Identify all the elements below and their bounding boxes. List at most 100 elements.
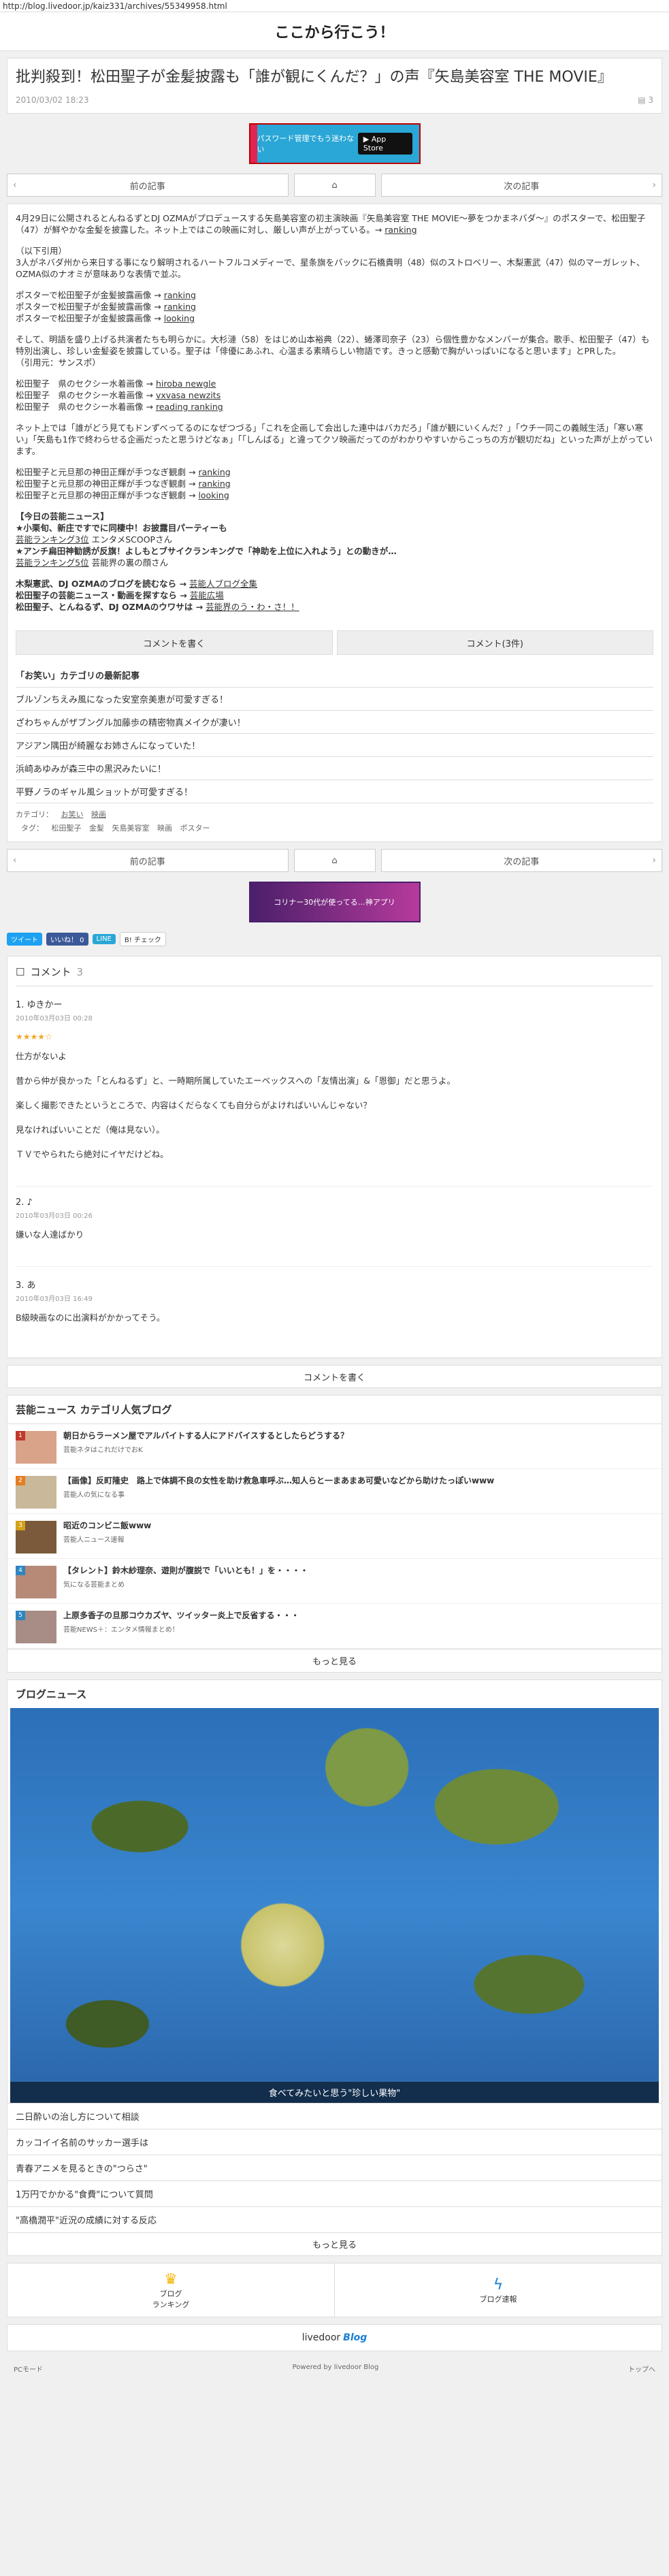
comment-text: 嫌いな人達ばかり [16, 1229, 84, 1240]
ad-banner-top[interactable]: パスワード管理でもう迷わない ▶ App Store [7, 123, 662, 164]
rating-stars: ★★★★☆ [16, 1032, 52, 1042]
chevron-left-icon: ‹ [13, 855, 17, 866]
article-link[interactable]: 芸能人ブログ全集 [189, 579, 257, 589]
ranking-item[interactable]: 3 昭近のコンビニ飯www 芸能人ニュース速報 [7, 1514, 662, 1559]
powered-by: Powered by livedoor Blog [292, 2364, 379, 2371]
ranking-item[interactable]: 2 【画像】反町隆史 路上で体調不良の女性を助け救急車呼ぶ…知人らと一まあまあ可… [7, 1469, 662, 1514]
ranking-more-button[interactable]: もっと見る [7, 1649, 662, 1672]
article-body: 4月29日に公開されるとんねるずとDJ OZMAがプロデュースする矢島美容室の初… [16, 213, 653, 612]
list-item[interactable]: アジアン隅田が綺麗なお姉さんになっていた！ [16, 734, 653, 757]
blog-ranking-button[interactable]: ♛ ブログ ランキング [7, 2264, 334, 2317]
list-item[interactable]: 二日酔いの治し方について相談 [7, 2103, 662, 2129]
list-item[interactable]: カッコイイ名前のサッカー選手は [7, 2129, 662, 2155]
write-comment-button[interactable]: コメントを書く [16, 630, 333, 655]
ad-banner-bottom[interactable]: コリナー30代が使ってる…神アプリ [7, 882, 662, 922]
ranking-heading: 芸能ニュース カテゴリ人気ブログ [7, 1396, 662, 1424]
lightning-icon: ϟ [493, 2276, 504, 2293]
url-bar: http://blog.livedoor.jp/kaiz331/archives… [0, 0, 669, 12]
article-link[interactable]: ranking [198, 479, 230, 489]
category-link[interactable]: 映画 [91, 810, 106, 819]
ranking-section: 芸能ニュース カテゴリ人気ブログ 1 朝日からラーメン屋でアルバイトする人にアド… [7, 1395, 662, 1673]
article-date: 2010/03/02 18:23 [16, 95, 89, 105]
tag-link[interactable]: 金髪 [89, 824, 104, 833]
view-comments-button[interactable]: コメント(3件) [336, 630, 653, 655]
article-header: 批判殺到！松田聖子が金髪披露も「誰が観にくんだ？」の声『矢島美容室 THE MO… [7, 58, 662, 114]
category-link[interactable]: お笑い [61, 810, 84, 819]
home-button[interactable]: ⌂ [293, 174, 376, 197]
ranking-item[interactable]: 4 【タレント】鈴木紗理奈、遊則が腹説で「いいとも！」を・・・・ 気になる芸能ま… [7, 1559, 662, 1604]
comment-date: 2010年03月03日 16:49 [16, 1295, 93, 1303]
news-caption: 食べてみたいと思う"珍しい果物" [10, 2082, 659, 2103]
comment-icon: ▤ [638, 95, 646, 105]
article-link[interactable]: ranking [198, 467, 230, 477]
prev-article-button[interactable]: ‹ 前の記事 [7, 849, 289, 872]
pc-mode-link[interactable]: PCモード [14, 2364, 43, 2374]
home-button[interactable]: ⌂ [293, 849, 376, 872]
article-comment-count[interactable]: ▤ 3 [638, 95, 653, 105]
article-link[interactable]: looking [164, 313, 195, 323]
category-line: カテゴリ： お笑い 映画 [16, 810, 106, 819]
related-articles: 「お笑い」カテゴリの最新記事 ブルゾンちえみ風になった安室奈美恵が可愛すぎる！ … [7, 663, 662, 803]
bottom-nav: ♛ ブログ ランキング ϟ ブログ速報 [7, 2263, 662, 2317]
line-share-button[interactable]: LINE [92, 934, 116, 944]
list-item[interactable]: 浜崎あゆみが森三中の黒沢みたいに！ [16, 757, 653, 780]
article-link[interactable]: ranking [385, 225, 417, 235]
next-article-button[interactable]: 次の記事 › [380, 849, 662, 872]
next-article-button[interactable]: 次の記事 › [380, 174, 662, 197]
ranking-thumbnail: 2 [16, 1476, 56, 1509]
site-title[interactable]: ここから行こう！ [0, 20, 669, 42]
hatena-bookmark-button[interactable]: B! チェック [119, 932, 166, 946]
article-link[interactable]: looking [198, 490, 229, 500]
crown-icon: ♛ [164, 2270, 178, 2288]
article-link[interactable]: 芸能広場 [190, 590, 224, 600]
list-item[interactable]: ブルゾンちえみ風になった安室奈美恵が可愛すぎる！ [16, 688, 653, 711]
comments-count: 3 [76, 965, 84, 978]
tag-link[interactable]: 映画 [157, 824, 172, 833]
list-item[interactable]: "高橋潤平"近況の成績に対する反応 [7, 2206, 662, 2232]
ranking-item[interactable]: 5 上原多香子の旦那コウカズヤ、ツイッター炎上で反省する・・・ 芸能NEWS＋：… [7, 1604, 662, 1649]
chevron-left-icon: ‹ [13, 180, 17, 191]
article-link[interactable]: hiroba newgle [156, 379, 216, 389]
article-link[interactable]: ranking [164, 290, 196, 300]
article-link[interactable]: vxvasa newzits [156, 390, 221, 400]
list-item[interactable]: ざわちゃんがザブングル加藤歩の精密物真メイクが凄い！ [16, 711, 653, 734]
list-item[interactable]: 平野ノラのギャル風ショットが可愛すぎる！ [16, 780, 653, 803]
article-link[interactable]: 芸能界のう・わ・さ！！ [206, 602, 299, 612]
list-item[interactable]: 青春アニメを見るときの"つらさ" [7, 2155, 662, 2180]
article-link[interactable]: reading ranking [156, 402, 223, 412]
article-title: 批判殺到！松田聖子が金髪披露も「誰が観にくんだ？」の声『矢島美容室 THE MO… [16, 69, 613, 86]
write-comment-button[interactable]: コメントを書く [7, 1365, 662, 1388]
chevron-right-icon: › [652, 855, 656, 866]
blog-news-more-button[interactable]: もっと見る [7, 2232, 662, 2255]
news-link[interactable]: 芸能ランキング5位 [16, 558, 89, 568]
blog-news-section: ブログニュース 食べてみたいと思う"珍しい果物" 二日酔いの治し方について相談 … [7, 1679, 662, 2256]
ranking-item[interactable]: 1 朝日からラーメン屋でアルバイトする人にアドバイスするとしたらどうする？ 芸能… [7, 1424, 662, 1469]
social-share-bar: ツイート いいね！ 0 LINE B! チェック [7, 932, 662, 946]
livedoor-blog-logo[interactable]: livedoor Blog [7, 2324, 662, 2351]
tag-link[interactable]: 矢島美容室 [112, 824, 150, 833]
comment-author: 2. ♪ [16, 1197, 33, 1208]
comments-title: コメント [30, 966, 71, 978]
footer: PCモード Powered by livedoor Blog トップへ [0, 2358, 669, 2382]
back-to-top-link[interactable]: トップへ [628, 2364, 655, 2374]
tweet-button[interactable]: ツイート [7, 933, 42, 946]
comment-text: 仕方がないよ 昔から仲が良かった「とんねるず」と、一時期所属していたエーベックス… [16, 1051, 455, 1159]
list-item[interactable]: 1万円でかかる"食費"について質問 [7, 2180, 662, 2206]
prev-article-button[interactable]: ‹ 前の記事 [7, 174, 289, 197]
news-link[interactable]: 芸能ランキング3位 [16, 534, 89, 545]
ad-text: パスワード管理でもう迷わない [257, 134, 355, 154]
related-heading: 「お笑い」カテゴリの最新記事 [16, 663, 653, 688]
ranking-thumbnail: 5 [16, 1611, 56, 1643]
facebook-like-button[interactable]: いいね！ 0 [46, 933, 88, 946]
comment-item: 2. ♪ 2010年03月03日 00:26 嫌いな人達ばかり [16, 1187, 653, 1267]
comment-date: 2010年03月03日 00:26 [16, 1212, 93, 1220]
speech-bubble-icon: ☐ [16, 965, 25, 978]
blog-speed-button[interactable]: ϟ ブログ速報 [334, 2264, 662, 2317]
ranking-thumbnail: 3 [16, 1521, 56, 1553]
comment-date: 2010年03月03日 00:28 [16, 1015, 93, 1023]
tag-link[interactable]: ポスター [180, 824, 210, 833]
app-store-badge: ▶ App Store [357, 133, 412, 155]
article-link[interactable]: ranking [164, 302, 196, 312]
tag-link[interactable]: 松田聖子 [52, 824, 82, 833]
featured-news-photo[interactable]: 食べてみたいと思う"珍しい果物" [10, 1708, 659, 2103]
